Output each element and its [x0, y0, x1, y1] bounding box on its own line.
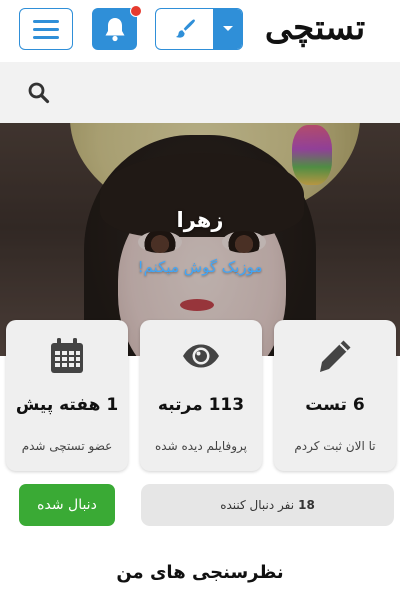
notification-badge: [130, 5, 142, 17]
follow-button[interactable]: دنبال شده: [19, 484, 115, 526]
stat-caption: پروفایلم دیده شده: [155, 439, 247, 453]
calendar-icon: [51, 338, 83, 373]
theme-brush-area[interactable]: [156, 9, 214, 49]
theme-selector[interactable]: [155, 8, 243, 50]
paint-brush-icon: [176, 19, 195, 38]
section-title-my-polls: نظرسنجی های من: [116, 562, 284, 583]
stat-value: 113 مرتبه: [157, 395, 245, 415]
bell-icon: [105, 18, 124, 42]
stat-caption: تا الان ثبت کردم: [294, 439, 376, 453]
stat-card-joined: 1 هفته پیش عضو تستچی شدم: [6, 320, 128, 471]
hamburger-bar: [33, 35, 59, 39]
stat-card-tests: 6 تست تا الان ثبت کردم: [274, 320, 396, 471]
search-input[interactable]: [62, 72, 382, 112]
app-logo[interactable]: تستچی: [248, 2, 382, 54]
eye-icon: [183, 344, 219, 368]
profile-bio: موزیک گوش میکنم!: [137, 258, 263, 276]
caret-down-icon: [222, 26, 233, 31]
followers-count-box[interactable]: 18 نفر دنبال کننده: [141, 484, 394, 526]
search-icon[interactable]: [26, 80, 52, 106]
followers-count: 18: [298, 498, 315, 512]
stat-caption: عضو تستچی شدم: [21, 439, 113, 453]
stat-value: 6 تست: [305, 395, 365, 415]
search-bar: [0, 62, 400, 123]
theme-dropdown-toggle[interactable]: [213, 9, 242, 49]
stat-card-views: 113 مرتبه پروفایلم دیده شده: [140, 320, 262, 471]
pencil-icon: [320, 340, 351, 372]
hamburger-bar: [33, 27, 59, 31]
profile-name: زهرا: [176, 208, 224, 232]
app-header: تستچی: [0, 0, 400, 62]
hamburger-menu-icon: [33, 19, 59, 23]
stat-value: 1 هفته پیش: [15, 395, 119, 415]
followers-label: نفر دنبال کننده: [220, 498, 295, 512]
menu-button[interactable]: [19, 8, 73, 50]
